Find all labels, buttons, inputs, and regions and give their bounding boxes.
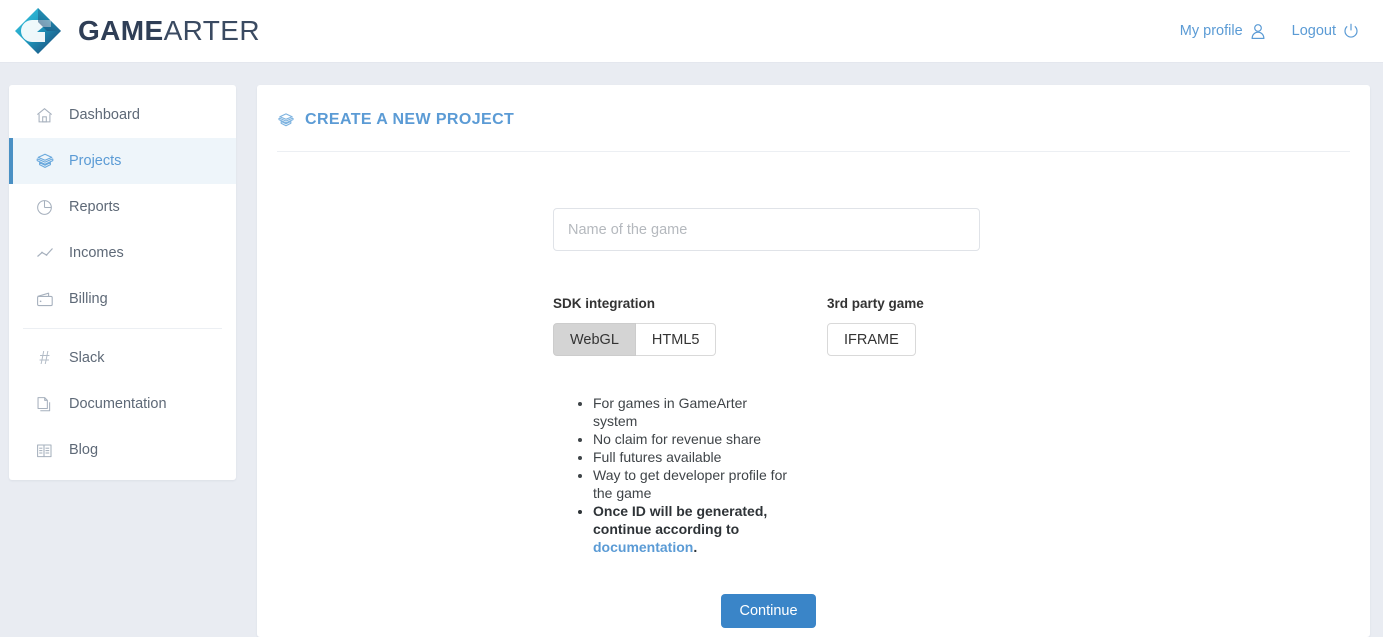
continue-button[interactable]: Continue bbox=[721, 594, 816, 628]
sidebar-item-label: Documentation bbox=[69, 396, 167, 412]
sidebar-item-label: Reports bbox=[69, 199, 120, 215]
page-title: CREATE A NEW PROJECT bbox=[277, 85, 1350, 152]
game-name-input[interactable] bbox=[553, 208, 980, 251]
list-item-text: Once ID will be generated, continue acco… bbox=[593, 503, 768, 537]
feature-list: For games in GameArter system No claim f… bbox=[553, 394, 788, 556]
sidebar-item-label: Blog bbox=[69, 442, 99, 458]
sdk-button-group: WebGL HTML5 bbox=[553, 323, 827, 356]
brand-text: GAMEARTER bbox=[78, 17, 260, 45]
top-header: GAMEARTER My profile Logout bbox=[0, 0, 1383, 63]
sidebar-item-documentation[interactable]: Documentation bbox=[9, 381, 236, 427]
main-panel: CREATE A NEW PROJECT SDK integration Web… bbox=[257, 85, 1370, 637]
integration-options: SDK integration WebGL HTML5 3rd party ga… bbox=[553, 296, 980, 356]
list-item: No claim for revenue share bbox=[593, 430, 788, 448]
list-item: Full futures available bbox=[593, 448, 788, 466]
sidebar-item-label: Dashboard bbox=[69, 107, 140, 123]
logout-label: Logout bbox=[1291, 23, 1336, 39]
hash-icon: # bbox=[39, 348, 50, 368]
sdk-integration-group: SDK integration WebGL HTML5 bbox=[553, 296, 827, 356]
sidebar-item-label: Slack bbox=[69, 350, 105, 366]
list-item-tail: . bbox=[693, 539, 698, 555]
form-column: SDK integration WebGL HTML5 3rd party ga… bbox=[553, 208, 980, 628]
sidebar-item-projects[interactable]: Projects bbox=[9, 138, 236, 184]
wallet-icon bbox=[34, 289, 55, 310]
sidebar-item-label: Billing bbox=[69, 291, 108, 307]
box-icon bbox=[34, 151, 55, 172]
home-icon bbox=[34, 105, 55, 126]
my-profile-label: My profile bbox=[1179, 23, 1243, 39]
user-icon bbox=[1250, 23, 1266, 40]
create-project-form: SDK integration WebGL HTML5 3rd party ga… bbox=[277, 152, 1350, 628]
sdk-option-webgl[interactable]: WebGL bbox=[553, 323, 636, 356]
third-party-label: 3rd party game bbox=[827, 296, 924, 311]
documents-icon bbox=[34, 394, 55, 415]
sidebar: Dashboard Projects Reports Incomes Billi… bbox=[9, 85, 236, 480]
brand[interactable]: GAMEARTER bbox=[12, 5, 260, 57]
brand-name-light: ARTER bbox=[163, 15, 260, 46]
sidebar-item-label: Incomes bbox=[69, 245, 124, 261]
third-party-group: 3rd party game IFRAME bbox=[827, 296, 924, 356]
line-chart-icon bbox=[34, 243, 55, 264]
power-icon bbox=[1343, 23, 1359, 39]
page-body: Dashboard Projects Reports Incomes Billi… bbox=[0, 63, 1383, 637]
sidebar-item-label: Projects bbox=[69, 153, 122, 169]
sidebar-item-slack[interactable]: # Slack bbox=[9, 335, 236, 381]
sidebar-item-billing[interactable]: Billing bbox=[9, 276, 236, 322]
my-profile-link[interactable]: My profile bbox=[1180, 23, 1266, 40]
list-item-documentation: Once ID will be generated, continue acco… bbox=[593, 502, 788, 556]
documentation-link[interactable]: documentation bbox=[593, 539, 693, 555]
gamearter-diamond-logo-icon bbox=[12, 5, 64, 57]
box-icon bbox=[277, 111, 295, 129]
sdk-integration-label: SDK integration bbox=[553, 296, 656, 311]
third-party-option-iframe[interactable]: IFRAME bbox=[827, 323, 916, 356]
sidebar-item-reports[interactable]: Reports bbox=[9, 184, 236, 230]
sdk-option-html5[interactable]: HTML5 bbox=[635, 323, 717, 356]
sidebar-item-incomes[interactable]: Incomes bbox=[9, 230, 236, 276]
page-title-label: CREATE A NEW PROJECT bbox=[305, 111, 515, 128]
header-actions: My profile Logout bbox=[1180, 23, 1359, 40]
logout-link[interactable]: Logout bbox=[1292, 23, 1359, 39]
continue-row: Continue bbox=[553, 594, 980, 628]
third-party-button-group: IFRAME bbox=[827, 323, 924, 356]
list-item: For games in GameArter system bbox=[593, 394, 788, 430]
list-item: Way to get developer profile for the gam… bbox=[593, 466, 788, 502]
sidebar-divider bbox=[23, 328, 222, 329]
brand-name-bold: GAME bbox=[78, 15, 164, 46]
sidebar-item-dashboard[interactable]: Dashboard bbox=[9, 92, 236, 138]
open-book-icon bbox=[34, 440, 55, 461]
sidebar-item-blog[interactable]: Blog bbox=[9, 427, 236, 473]
pie-chart-icon bbox=[34, 197, 55, 218]
